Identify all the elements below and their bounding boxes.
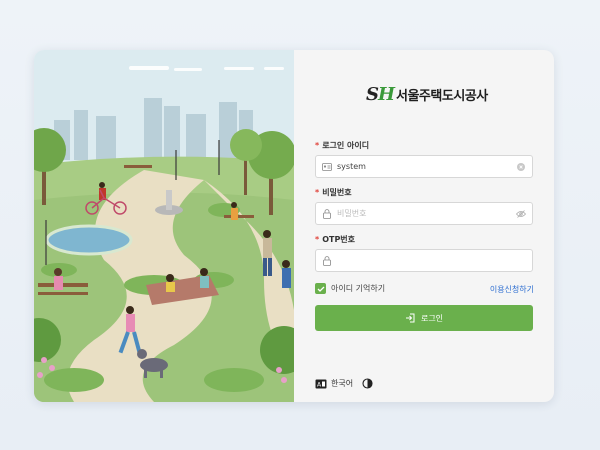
dark-mode-icon[interactable] bbox=[362, 374, 373, 393]
id-input[interactable] bbox=[337, 162, 516, 171]
check-icon bbox=[317, 286, 324, 292]
apply-link[interactable]: 이용신청하기 bbox=[490, 284, 534, 295]
language-label[interactable]: 한국어 bbox=[331, 378, 353, 389]
logo-mark: SH bbox=[366, 84, 395, 105]
password-label: * 비밀번호 bbox=[315, 188, 352, 197]
bottom-toolbar: A 한국어 bbox=[315, 374, 373, 393]
park-illustration bbox=[34, 50, 294, 402]
login-form-panel: SH 서울주택도시공사 *로그인 아이디 *비밀번호 *OTP번호 bbox=[294, 50, 554, 402]
brand-logo: SH 서울주택도시공사 bbox=[366, 84, 488, 105]
eye-off-icon[interactable] bbox=[516, 209, 526, 219]
clear-icon[interactable] bbox=[516, 162, 526, 172]
id-label: * 로그인 아이디 bbox=[315, 141, 370, 150]
id-field[interactable] bbox=[315, 155, 533, 178]
lock-icon bbox=[322, 255, 332, 266]
id-card-icon bbox=[322, 162, 332, 172]
remember-id[interactable]: 아이디 기억하기 bbox=[315, 283, 385, 294]
remember-label: 아이디 기억하기 bbox=[331, 284, 386, 293]
login-card: SH 서울주택도시공사 *로그인 아이디 *비밀번호 *OTP번호 bbox=[34, 50, 554, 402]
login-button-label: 로그인 bbox=[420, 313, 444, 323]
remember-checkbox[interactable] bbox=[315, 283, 326, 294]
lock-icon bbox=[322, 208, 332, 219]
brand-name: 서울주택도시공사 bbox=[396, 89, 488, 104]
otp-field[interactable] bbox=[315, 249, 533, 272]
password-input[interactable] bbox=[337, 209, 516, 218]
login-icon bbox=[405, 313, 415, 323]
password-field[interactable] bbox=[315, 202, 533, 225]
otp-label: * OTP번호 bbox=[315, 235, 356, 244]
language-icon[interactable]: A bbox=[315, 374, 327, 393]
otp-input[interactable] bbox=[337, 256, 526, 265]
login-button[interactable]: 로그인 bbox=[315, 305, 533, 331]
